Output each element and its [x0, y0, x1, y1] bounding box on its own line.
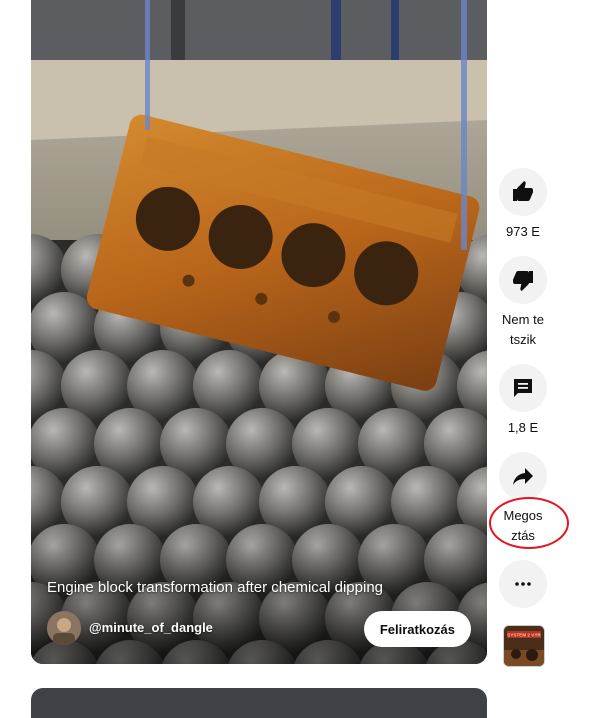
subscribe-button[interactable]: Feliratkozás	[363, 611, 471, 647]
thumbnail-caption: SYSTEM 2 VYR	[507, 633, 541, 638]
share-action: Megos ztás	[497, 452, 549, 546]
shorts-video-player[interactable]: Engine block transformation after chemic…	[31, 0, 487, 664]
share-icon	[513, 468, 533, 485]
share-label: Megos ztás	[503, 508, 543, 543]
more-options-button[interactable]	[499, 560, 547, 608]
dislike-button[interactable]	[499, 256, 547, 304]
more-action	[497, 560, 549, 608]
thumb-up-icon	[513, 181, 533, 201]
dislike-action: Nem tetszik	[497, 256, 549, 350]
more-horizontal-icon	[515, 582, 531, 586]
dislike-label: Nem tetszik	[502, 312, 544, 347]
like-button[interactable]	[499, 168, 547, 216]
like-count: 973 E	[506, 224, 540, 239]
comment-count: 1,8 E	[507, 420, 539, 435]
next-video-preview[interactable]	[31, 688, 487, 718]
channel-row: @minute_of_dangle Feliratkozás	[47, 610, 471, 648]
channel-name[interactable]: @minute_of_dangle	[89, 620, 213, 635]
like-action: 973 E	[497, 168, 549, 242]
comment-button[interactable]	[499, 364, 547, 412]
video-title[interactable]: Engine block transformation after chemic…	[47, 578, 467, 598]
channel-avatar[interactable]	[47, 611, 81, 645]
thumb-down-icon	[513, 271, 533, 291]
share-button[interactable]	[499, 452, 547, 500]
sound-thumbnail[interactable]: SYSTEM 2 VYR	[503, 625, 545, 667]
comment-action: 1,8 E	[497, 364, 549, 438]
comment-icon	[514, 379, 532, 397]
